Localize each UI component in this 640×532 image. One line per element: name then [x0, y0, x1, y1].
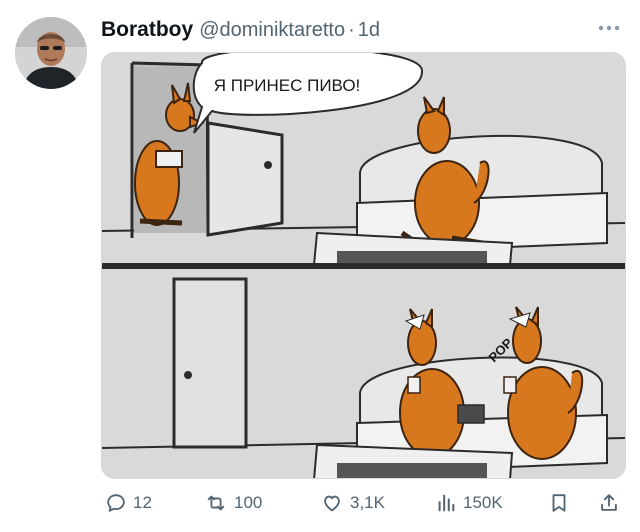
bookmark-button[interactable] — [548, 487, 570, 519]
repost-button[interactable]: 100 — [204, 487, 262, 519]
reply-icon — [107, 494, 125, 512]
speech-bubble-text: Я ПРИНЕС ПИВО! — [214, 76, 361, 95]
author-display-name[interactable]: Boratboy — [101, 18, 193, 42]
share-icon — [601, 494, 617, 511]
post-timestamp[interactable]: 1d — [358, 19, 380, 42]
post-header: Boratboy @dominiktaretto · 1d — [101, 16, 380, 44]
avatar[interactable] — [15, 17, 87, 89]
like-count: 3,1K — [350, 493, 385, 512]
author-handle[interactable]: @dominiktaretto — [199, 19, 345, 42]
heart-icon — [324, 495, 340, 512]
more-horizontal-icon — [598, 25, 620, 31]
post-media[interactable]: Я ПРИНЕС ПИВО! POP — [101, 52, 626, 479]
reply-button[interactable]: 12 — [105, 487, 152, 519]
comic-image: Я ПРИНЕС ПИВО! POP — [102, 53, 625, 478]
post-actions: 12 100 3,1K 150K — [101, 487, 626, 519]
repost-icon — [207, 495, 225, 511]
bookmark-icon — [552, 494, 566, 512]
more-options-button[interactable] — [596, 18, 622, 38]
comic-panel-bottom: POP — [102, 269, 625, 478]
share-button[interactable] — [598, 487, 620, 519]
avatar-photo — [15, 17, 87, 89]
reply-count: 12 — [133, 493, 152, 512]
repost-count: 100 — [234, 493, 263, 512]
views-button[interactable]: 150K — [435, 487, 503, 519]
header-separator: · — [348, 18, 355, 41]
analytics-icon — [438, 494, 455, 512]
comic-panel-top: Я ПРИНЕС ПИВО! — [102, 53, 625, 269]
like-button[interactable]: 3,1K — [320, 487, 385, 519]
views-count: 150K — [463, 493, 503, 512]
